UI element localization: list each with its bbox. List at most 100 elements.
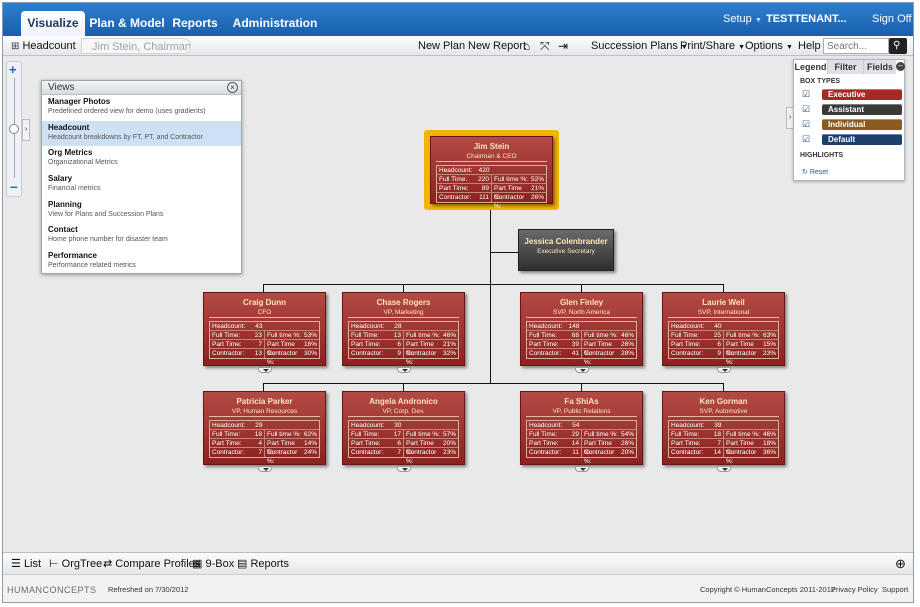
home-icon[interactable]: ⌂ xyxy=(523,36,530,56)
stat-label: Full Time: xyxy=(351,431,380,438)
stat-value: 52% xyxy=(530,176,544,183)
print-share-menu[interactable]: Print/Share ▼ xyxy=(680,36,745,56)
tab-fields[interactable]: Fields xyxy=(864,60,896,74)
orgtree-icon: ⊢ xyxy=(49,558,59,570)
views-panel-toggle[interactable]: › xyxy=(22,119,30,141)
options-menu[interactable]: Options ▼ xyxy=(745,36,793,56)
view-item[interactable]: Contact Home phone number for disaster te… xyxy=(42,223,241,249)
stat-value: 40 xyxy=(714,323,722,330)
checkbox-icon[interactable]: ☑ xyxy=(802,120,810,129)
view-item[interactable]: Performance Performance related metrics xyxy=(42,249,241,275)
fit-screen-icon[interactable]: ⤧ xyxy=(540,36,550,56)
org-node[interactable]: Ken Gorman SVP, Automotive Headcount: 39 Ful… xyxy=(662,391,785,465)
view-item[interactable]: Salary Financial metrics xyxy=(42,172,241,198)
checkbox-icon[interactable]: ☑ xyxy=(802,135,810,144)
stats-row: Full Time: 25 Full time %: 63% xyxy=(669,331,778,340)
new-plan-button[interactable]: New Plan xyxy=(418,36,465,56)
expand-toggle[interactable] xyxy=(396,466,411,472)
stat-cell: Full Time: 25 xyxy=(669,331,723,339)
compare-icon: ⇄ xyxy=(103,558,113,570)
view-item[interactable]: Planning View for Plans and Succession Pl… xyxy=(42,198,241,224)
org-node[interactable]: Jim Stein Chairman & CEO Headcount: 420 Full… xyxy=(430,136,553,210)
legend-item[interactable]: ☑ Executive xyxy=(802,89,902,101)
reports-button[interactable]: ▤ Reports xyxy=(237,553,289,575)
legend-item[interactable]: ☑ Individual Contributor xyxy=(802,119,902,140)
org-node[interactable]: Craig Dunn CFO Headcount: 43 Full Time: 23 Ful… xyxy=(203,292,326,366)
org-node[interactable]: Chase Rogers VP, Marketing Headcount: 28 Ful… xyxy=(342,292,465,366)
close-icon[interactable]: × xyxy=(227,82,238,93)
signoff-link[interactable]: Sign Off xyxy=(872,3,912,36)
stats-row: Headcount: 30 xyxy=(349,421,458,430)
stat-label: Full time %: xyxy=(494,176,528,183)
collapse-icon[interactable]: – xyxy=(896,62,905,71)
orgtree-button[interactable]: ⊢ OrgTree xyxy=(49,553,102,575)
org-node[interactable]: Fa ShiAs VP, Public Relations Headcount: 54… xyxy=(520,391,643,465)
zoom-out-icon[interactable]: – xyxy=(10,178,18,194)
zoom-handle[interactable] xyxy=(9,124,19,134)
view-item[interactable]: Headcount Headcount breakdowns by FT, PT,… xyxy=(42,120,241,147)
stat-label: Contractor %: xyxy=(726,350,757,366)
checkbox-icon[interactable]: ☑ xyxy=(802,90,810,99)
org-node[interactable]: Patricia Parker VP, Human Resources Headco… xyxy=(203,391,326,465)
node-title: VP, Human Resources xyxy=(209,407,320,417)
stat-cell: Full Time: 29 xyxy=(527,430,581,438)
stats-row: Contractor: 9 Contractor %: 32% xyxy=(349,349,458,366)
stat-value: 63% xyxy=(762,332,776,339)
privacy-link[interactable]: Privacy Policy xyxy=(831,575,878,602)
legend-item[interactable]: ☑ Assistant xyxy=(802,104,902,116)
stat-label: Part Time: xyxy=(529,341,559,348)
reset-button[interactable]: ↻ Reset xyxy=(802,168,828,176)
expand-toggle[interactable] xyxy=(574,367,589,373)
expand-toggle[interactable] xyxy=(574,466,589,472)
export-icon[interactable]: ⇥ xyxy=(558,36,568,56)
tab-reports[interactable]: Reports xyxy=(169,11,221,36)
tab-legend[interactable]: Legend xyxy=(794,60,828,74)
assistant-node[interactable]: Jessica Colenbrander Executive Secretary xyxy=(518,229,614,271)
breadcrumb[interactable]: Jim Stein, Chairman &... xyxy=(81,38,191,54)
tab-administration[interactable]: Administration xyxy=(229,11,321,36)
org-chart-canvas[interactable]: + – › Views × Manager Photos Predefined o… xyxy=(3,57,913,552)
zoom-in-icon[interactable]: + xyxy=(9,62,17,77)
node-name: Laurie Weil xyxy=(702,298,745,307)
org-node[interactable]: Laurie Weil SVP, International Headcount: 4… xyxy=(662,292,785,366)
compare-profiles-button[interactable]: ⇄ Compare Profiles xyxy=(103,553,200,575)
org-node[interactable]: Angela Andronico VP, Corp. Dev. Headcount:… xyxy=(342,391,465,465)
legend-item[interactable]: ☑ Default xyxy=(802,134,902,146)
search-button[interactable]: ⚲ xyxy=(889,38,907,54)
expand-toggle[interactable] xyxy=(716,466,731,472)
zoom-slider[interactable]: + – xyxy=(6,61,22,197)
view-item[interactable]: Org Metrics Organizational Metrics xyxy=(42,146,241,172)
tenant-name[interactable]: TESTTENANT... xyxy=(766,3,847,36)
tab-plan-model[interactable]: Plan & Model xyxy=(89,11,165,36)
connector-line xyxy=(403,284,404,292)
expand-toggle[interactable] xyxy=(257,466,272,472)
add-icon[interactable]: ⊕ xyxy=(895,553,906,575)
expand-toggle[interactable] xyxy=(257,367,272,373)
checkbox-icon[interactable]: ☑ xyxy=(802,105,810,114)
stat-value: 6 xyxy=(717,341,721,348)
new-report-button[interactable]: New Report xyxy=(468,36,526,56)
nine-box-button[interactable]: ▦ 9-Box xyxy=(192,553,234,575)
headcount-view-button[interactable]: ⊞ Headcount xyxy=(11,36,76,56)
view-item[interactable]: Manager Photos Predefined ordered view fo… xyxy=(42,95,241,121)
tab-visualize[interactable]: Visualize xyxy=(21,11,85,36)
stat-value: 24% xyxy=(303,449,317,456)
list-button[interactable]: ☰ List xyxy=(11,553,41,575)
view-item-desc: View for Plans and Succession Plans xyxy=(48,210,164,218)
tab-filter[interactable]: Filter xyxy=(828,60,864,74)
expand-toggle[interactable] xyxy=(396,367,411,373)
support-link[interactable]: Support xyxy=(882,575,908,602)
help-link[interactable]: Help xyxy=(798,36,821,56)
succession-plans-menu[interactable]: Succession Plans ▼ xyxy=(591,36,688,56)
stat-label: Part Time %: xyxy=(406,341,434,357)
stat-value: 7 xyxy=(258,449,262,456)
stat-value: 18 xyxy=(254,431,262,438)
stats-row: Part Time: 7 Part Time %: 16% xyxy=(210,340,319,357)
stat-value: 20% xyxy=(620,449,634,456)
expand-toggle[interactable] xyxy=(716,367,731,373)
search-input[interactable] xyxy=(823,38,889,54)
org-node[interactable]: Glen Finley SVP, North America Headcount: 1… xyxy=(520,292,643,366)
stat-label: Full Time: xyxy=(671,332,700,339)
stat-value: 7 xyxy=(397,449,401,456)
setup-menu[interactable]: Setup ▼ xyxy=(723,3,762,36)
